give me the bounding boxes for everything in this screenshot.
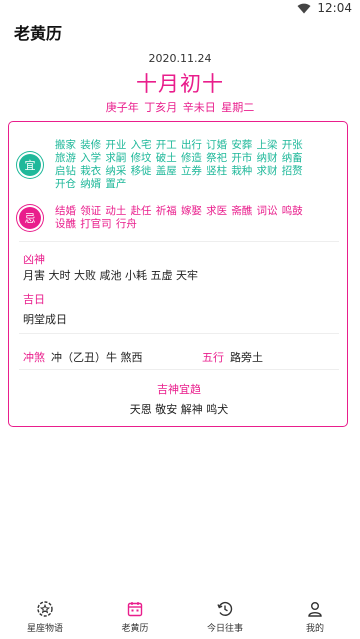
star-gear-icon [36,600,54,618]
nav-label: 老黄历 [121,624,149,634]
yi-item: 修坟 [130,152,152,164]
calendar-icon [126,600,144,618]
ji-item: 斋醮 [231,205,253,217]
nav-item-history[interactable]: 今日往事 [180,600,270,639]
yi-item: 入学 [80,152,102,164]
yi-item: 安葬 [231,139,253,151]
jiri-text: 明堂成日 [23,313,67,326]
yi-item: 破土 [155,152,177,164]
divider [19,369,339,370]
jishen-text: 天恩 敬安 解神 鸣犬 [129,403,229,416]
yi-item: 立券 [180,165,202,177]
yi-item: 开业 [105,139,127,151]
chongsha-label: 冲煞 [23,351,45,364]
ganzhi-date: 庚子年 丁亥月 辛未日 星期二 [105,101,255,114]
ji-item: 鸣鼓 [281,205,303,217]
ji-item: 打官司 [80,218,112,230]
yi-item: 栽种 [231,165,253,177]
yi-item: 搬家 [55,139,76,151]
ji-item: 词讼 [256,205,278,217]
ji-item: 设醮 [55,218,76,230]
nav-label: 我的 [305,624,324,634]
bottom-nav: 星座物语 老黄历 今日往事 我的 [0,600,360,639]
ji-item: 嫁娶 [180,205,202,217]
gregorian-date: 2020.11.24 [148,52,212,65]
yi-item: 纳财 [256,152,278,164]
wifi-icon [297,3,311,13]
ji-item: 结婚 [55,205,76,217]
yi-item: 旅游 [55,152,76,164]
yi-item: 装修 [80,139,102,151]
ji-items: 结婚 领证 动土 赴任 祈福 嫁娶 求医 斋醮 词讼 鸣鼓设醮 打官司 行舟 [55,205,325,231]
yi-item: 求嗣 [105,152,127,164]
lunar-date: 十月初十 [136,72,224,96]
ji-item: 赴任 [130,205,152,217]
user-icon [306,600,324,618]
status-time: 12:04 [317,1,352,15]
yi-section: 宜 搬家 装修 开业 入宅 开工 出行 订婚 安葬 上梁 开张旅游 入学 求嗣 修坟 破土 修造 祭祀 开市 纳财… [19,139,339,191]
nav-label: 星座物语 [26,624,63,634]
yi-item: 栽衣 [80,165,102,177]
divider [19,241,339,242]
yi-item: 纳畜 [281,152,303,164]
yi-badge: 宜 [19,154,41,176]
yi-item: 移徙 [130,165,152,177]
wuxing-row: 五行 路旁土 [202,346,263,365]
ji-item: 行舟 [115,218,137,230]
yi-item: 祭祀 [206,152,228,164]
chongsha-row: 冲煞 冲（乙丑）牛 煞西 [23,346,143,365]
yi-item: 上梁 [256,139,278,151]
yi-item: 竖柱 [206,165,228,177]
app-title: 老黄历 [14,24,63,43]
yi-item: 纳婿 [80,178,102,190]
jiri-label: 吉日 [23,293,45,306]
yi-item: 启钻 [55,165,76,177]
almanac-card: 宜 搬家 装修 开业 入宅 开工 出行 订婚 安葬 上梁 开张旅游 入学 求嗣 修坟 破土 修造 祭祀 开市 纳财… [8,121,348,427]
wuxing-text: 路旁土 [230,351,263,364]
yi-item: 开市 [231,152,253,164]
ji-badge: 忌 [19,207,41,229]
ji-item: 祈福 [155,205,177,217]
yi-item: 出行 [180,139,202,151]
nav-item-constellation[interactable]: 星座物语 [0,600,90,639]
yi-item: 招赘 [281,165,303,177]
ji-item: 动土 [105,205,127,217]
yi-item: 修造 [180,152,202,164]
yi-item: 纳采 [105,165,127,177]
ji-item: 领证 [80,205,102,217]
history-clock-icon [216,600,234,618]
yi-items: 搬家 装修 开业 入宅 开工 出行 订婚 安葬 上梁 开张旅游 入学 求嗣 修坟 破土 修造 祭祀 开市 纳财 纳畜… [55,139,325,191]
chongsha-text: 冲（乙丑）牛 煞西 [51,351,143,364]
xiongshen-text: 月害 大时 大败 咸池 小耗 五虚 天牢 [23,269,198,282]
xiongshen-label: 凶神 [23,253,45,266]
yi-item: 盖屋 [155,165,177,177]
nav-item-profile[interactable]: 我的 [270,600,360,639]
ji-section: 忌 结婚 领证 动土 赴任 祈福 嫁娶 求医 斋醮 词讼 鸣鼓设醮 打官司 行舟 [19,205,339,231]
wuxing-label: 五行 [202,351,224,364]
yi-item: 入宅 [130,139,152,151]
status-bar: 12:04 [0,0,360,18]
divider [19,333,339,334]
ji-item: 求医 [206,205,228,217]
jishen-label: 吉神宜趋 [157,383,201,396]
yi-item: 开仓 [55,178,76,190]
yi-item: 置产 [105,178,127,190]
yi-item: 求财 [256,165,278,177]
yi-item: 开工 [155,139,177,151]
status-icons: 12:04 [297,1,352,15]
yi-item: 订婚 [206,139,228,151]
yi-item: 开张 [281,139,303,151]
nav-label: 今日往事 [206,624,243,634]
nav-item-almanac[interactable]: 老黄历 [90,600,180,639]
